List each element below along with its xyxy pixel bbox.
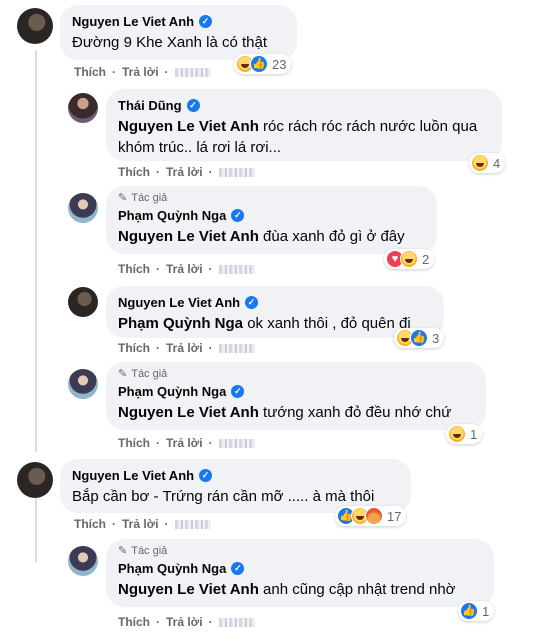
like-icon: 👍 bbox=[460, 602, 478, 620]
comment-actions: Thích · Trả lời · bbox=[118, 165, 255, 179]
comment-bubble: Nguyen Le Viet Anh ✓ Bắp cần bơ - Trứng r… bbox=[60, 459, 411, 513]
comment-bubble: Nguyen Le Viet Anh ✓ Phạm Quỳnh Nga ok xa… bbox=[106, 286, 444, 338]
mention-tag[interactable]: Nguyen Le Viet Anh bbox=[118, 118, 259, 135]
reply-link[interactable]: Trả lời bbox=[166, 341, 203, 355]
comment-bubble: Nguyen Le Viet Anh ✓ Đường 9 Khe Xanh là … bbox=[60, 5, 297, 60]
reaction-count: 2 bbox=[422, 251, 430, 267]
reaction-count: 4 bbox=[493, 155, 501, 171]
reaction-count: 17 bbox=[387, 508, 402, 524]
thread-line bbox=[35, 496, 37, 562]
reply-link[interactable]: Trả lời bbox=[166, 165, 203, 179]
like-link[interactable]: Thích bbox=[118, 165, 150, 179]
comment-text: Nguyen Le Viet Anh róc rách róc rách nướ… bbox=[118, 118, 478, 156]
comment-text: Nguyen Le Viet Anh anh cũng cập nhật tre… bbox=[118, 581, 456, 598]
verified-badge-icon: ✓ bbox=[245, 296, 259, 309]
like-link[interactable]: Thích bbox=[118, 262, 150, 276]
haha-icon bbox=[400, 250, 418, 268]
reaction-count: 1 bbox=[482, 603, 490, 619]
comment-text: Bắp cần bơ - Trứng rán cần mỡ ..... à mà… bbox=[72, 488, 375, 505]
comment-actions: Thích · Trả lời · bbox=[118, 262, 255, 276]
avatar[interactable] bbox=[68, 93, 98, 123]
comment-bubble: ✎ Tác giả Phạm Quỳnh Nga ✓ Nguyen Le Viet … bbox=[106, 539, 494, 607]
verified-badge-icon: ✓ bbox=[231, 562, 245, 575]
like-icon: 👍 bbox=[410, 329, 428, 347]
comment-actions: Thích · Trả lời · bbox=[74, 517, 211, 531]
like-link[interactable]: Thích bbox=[118, 615, 150, 629]
timestamp-blurred bbox=[218, 167, 255, 177]
comment-text: Đường 9 Khe Xanh là có thật bbox=[72, 34, 267, 51]
pencil-icon: ✎ bbox=[118, 368, 128, 380]
timestamp-blurred bbox=[218, 264, 255, 274]
comment-bubble: ✎ Tác giả Phạm Quỳnh Nga ✓ Nguyen Le Viet … bbox=[106, 362, 486, 430]
author-label: Tác giả bbox=[131, 192, 168, 204]
reaction-count: 1 bbox=[470, 426, 478, 442]
comment-text: Nguyen Le Viet Anh đùa xanh đỏ gì ở đây bbox=[118, 228, 405, 245]
angry-icon bbox=[365, 507, 383, 525]
verified-badge-icon: ✓ bbox=[231, 385, 245, 398]
avatar[interactable] bbox=[68, 193, 98, 223]
reply-link[interactable]: Trả lời bbox=[166, 436, 203, 450]
reaction-summary[interactable]: 4 bbox=[469, 153, 506, 173]
reaction-summary[interactable]: 👍 17 bbox=[335, 506, 407, 526]
mention-tag[interactable]: Nguyen Le Viet Anh bbox=[118, 581, 259, 598]
verified-badge-icon: ✓ bbox=[199, 469, 213, 482]
like-link[interactable]: Thích bbox=[74, 65, 106, 79]
author-label: Tác giả bbox=[131, 545, 168, 557]
reply-link[interactable]: Trả lời bbox=[166, 262, 203, 276]
mention-tag[interactable]: Nguyen Le Viet Anh bbox=[118, 404, 259, 421]
like-link[interactable]: Thích bbox=[118, 436, 150, 450]
haha-icon bbox=[471, 154, 489, 172]
avatar[interactable] bbox=[68, 287, 98, 317]
commenter-name[interactable]: Nguyen Le Viet Anh bbox=[72, 13, 194, 30]
commenter-name[interactable]: Nguyen Le Viet Anh bbox=[118, 294, 240, 311]
comment-text: Phạm Quỳnh Nga ok xanh thôi , đỏ quên đi bbox=[118, 315, 411, 332]
timestamp-blurred bbox=[174, 67, 211, 77]
avatar[interactable] bbox=[17, 462, 53, 498]
comment-text: Nguyen Le Viet Anh tướng xanh đỏ đều nhớ… bbox=[118, 404, 452, 421]
commenter-name[interactable]: Nguyen Le Viet Anh bbox=[72, 467, 194, 484]
mention-tag[interactable]: Nguyen Le Viet Anh bbox=[118, 228, 259, 245]
comment-actions: Thích · Trả lời · bbox=[74, 65, 211, 79]
verified-badge-icon: ✓ bbox=[231, 209, 245, 222]
like-icon: 👍 bbox=[250, 55, 268, 73]
avatar[interactable] bbox=[17, 8, 53, 44]
verified-badge-icon: ✓ bbox=[186, 99, 200, 112]
comment-actions: Thích · Trả lời · bbox=[118, 341, 255, 355]
reaction-count: 3 bbox=[432, 330, 440, 346]
reply-link[interactable]: Trả lời bbox=[122, 65, 159, 79]
thread-line bbox=[35, 50, 37, 452]
reply-link[interactable]: Trả lời bbox=[122, 517, 159, 531]
reaction-summary[interactable]: 1 bbox=[446, 424, 483, 444]
comment-actions: Thích · Trả lời · bbox=[118, 436, 255, 450]
timestamp-blurred bbox=[218, 617, 255, 627]
pencil-icon: ✎ bbox=[118, 545, 128, 557]
commenter-name[interactable]: Phạm Quỳnh Nga bbox=[118, 383, 226, 400]
reaction-summary[interactable]: 👍 3 bbox=[394, 328, 445, 348]
haha-icon bbox=[448, 425, 466, 443]
reply-link[interactable]: Trả lời bbox=[166, 615, 203, 629]
timestamp-blurred bbox=[174, 519, 211, 529]
commenter-name[interactable]: Phạm Quỳnh Nga bbox=[118, 207, 226, 224]
timestamp-blurred bbox=[218, 343, 255, 353]
comment-actions: Thích · Trả lời · bbox=[118, 615, 255, 629]
mention-tag[interactable]: Phạm Quỳnh Nga bbox=[118, 315, 243, 332]
author-label: Tác giả bbox=[131, 368, 168, 380]
commenter-name[interactable]: Phạm Quỳnh Nga bbox=[118, 560, 226, 577]
commenter-name[interactable]: Thái Dũng bbox=[118, 97, 182, 114]
pencil-icon: ✎ bbox=[118, 192, 128, 204]
reaction-count: 23 bbox=[272, 56, 287, 72]
like-link[interactable]: Thích bbox=[74, 517, 106, 531]
avatar[interactable] bbox=[68, 546, 98, 576]
comment-bubble: Thái Dũng ✓ Nguyen Le Viet Anh róc rách r… bbox=[106, 89, 502, 161]
avatar[interactable] bbox=[68, 369, 98, 399]
reaction-summary[interactable]: ♥ 2 bbox=[384, 249, 435, 269]
like-link[interactable]: Thích bbox=[118, 341, 150, 355]
comment-bubble: ✎ Tác giả Phạm Quỳnh Nga ✓ Nguyen Le Viet … bbox=[106, 186, 437, 254]
timestamp-blurred bbox=[218, 438, 255, 448]
verified-badge-icon: ✓ bbox=[199, 15, 213, 28]
reaction-summary[interactable]: 👍 1 bbox=[458, 601, 495, 621]
reaction-summary[interactable]: 👍 23 bbox=[234, 54, 292, 74]
